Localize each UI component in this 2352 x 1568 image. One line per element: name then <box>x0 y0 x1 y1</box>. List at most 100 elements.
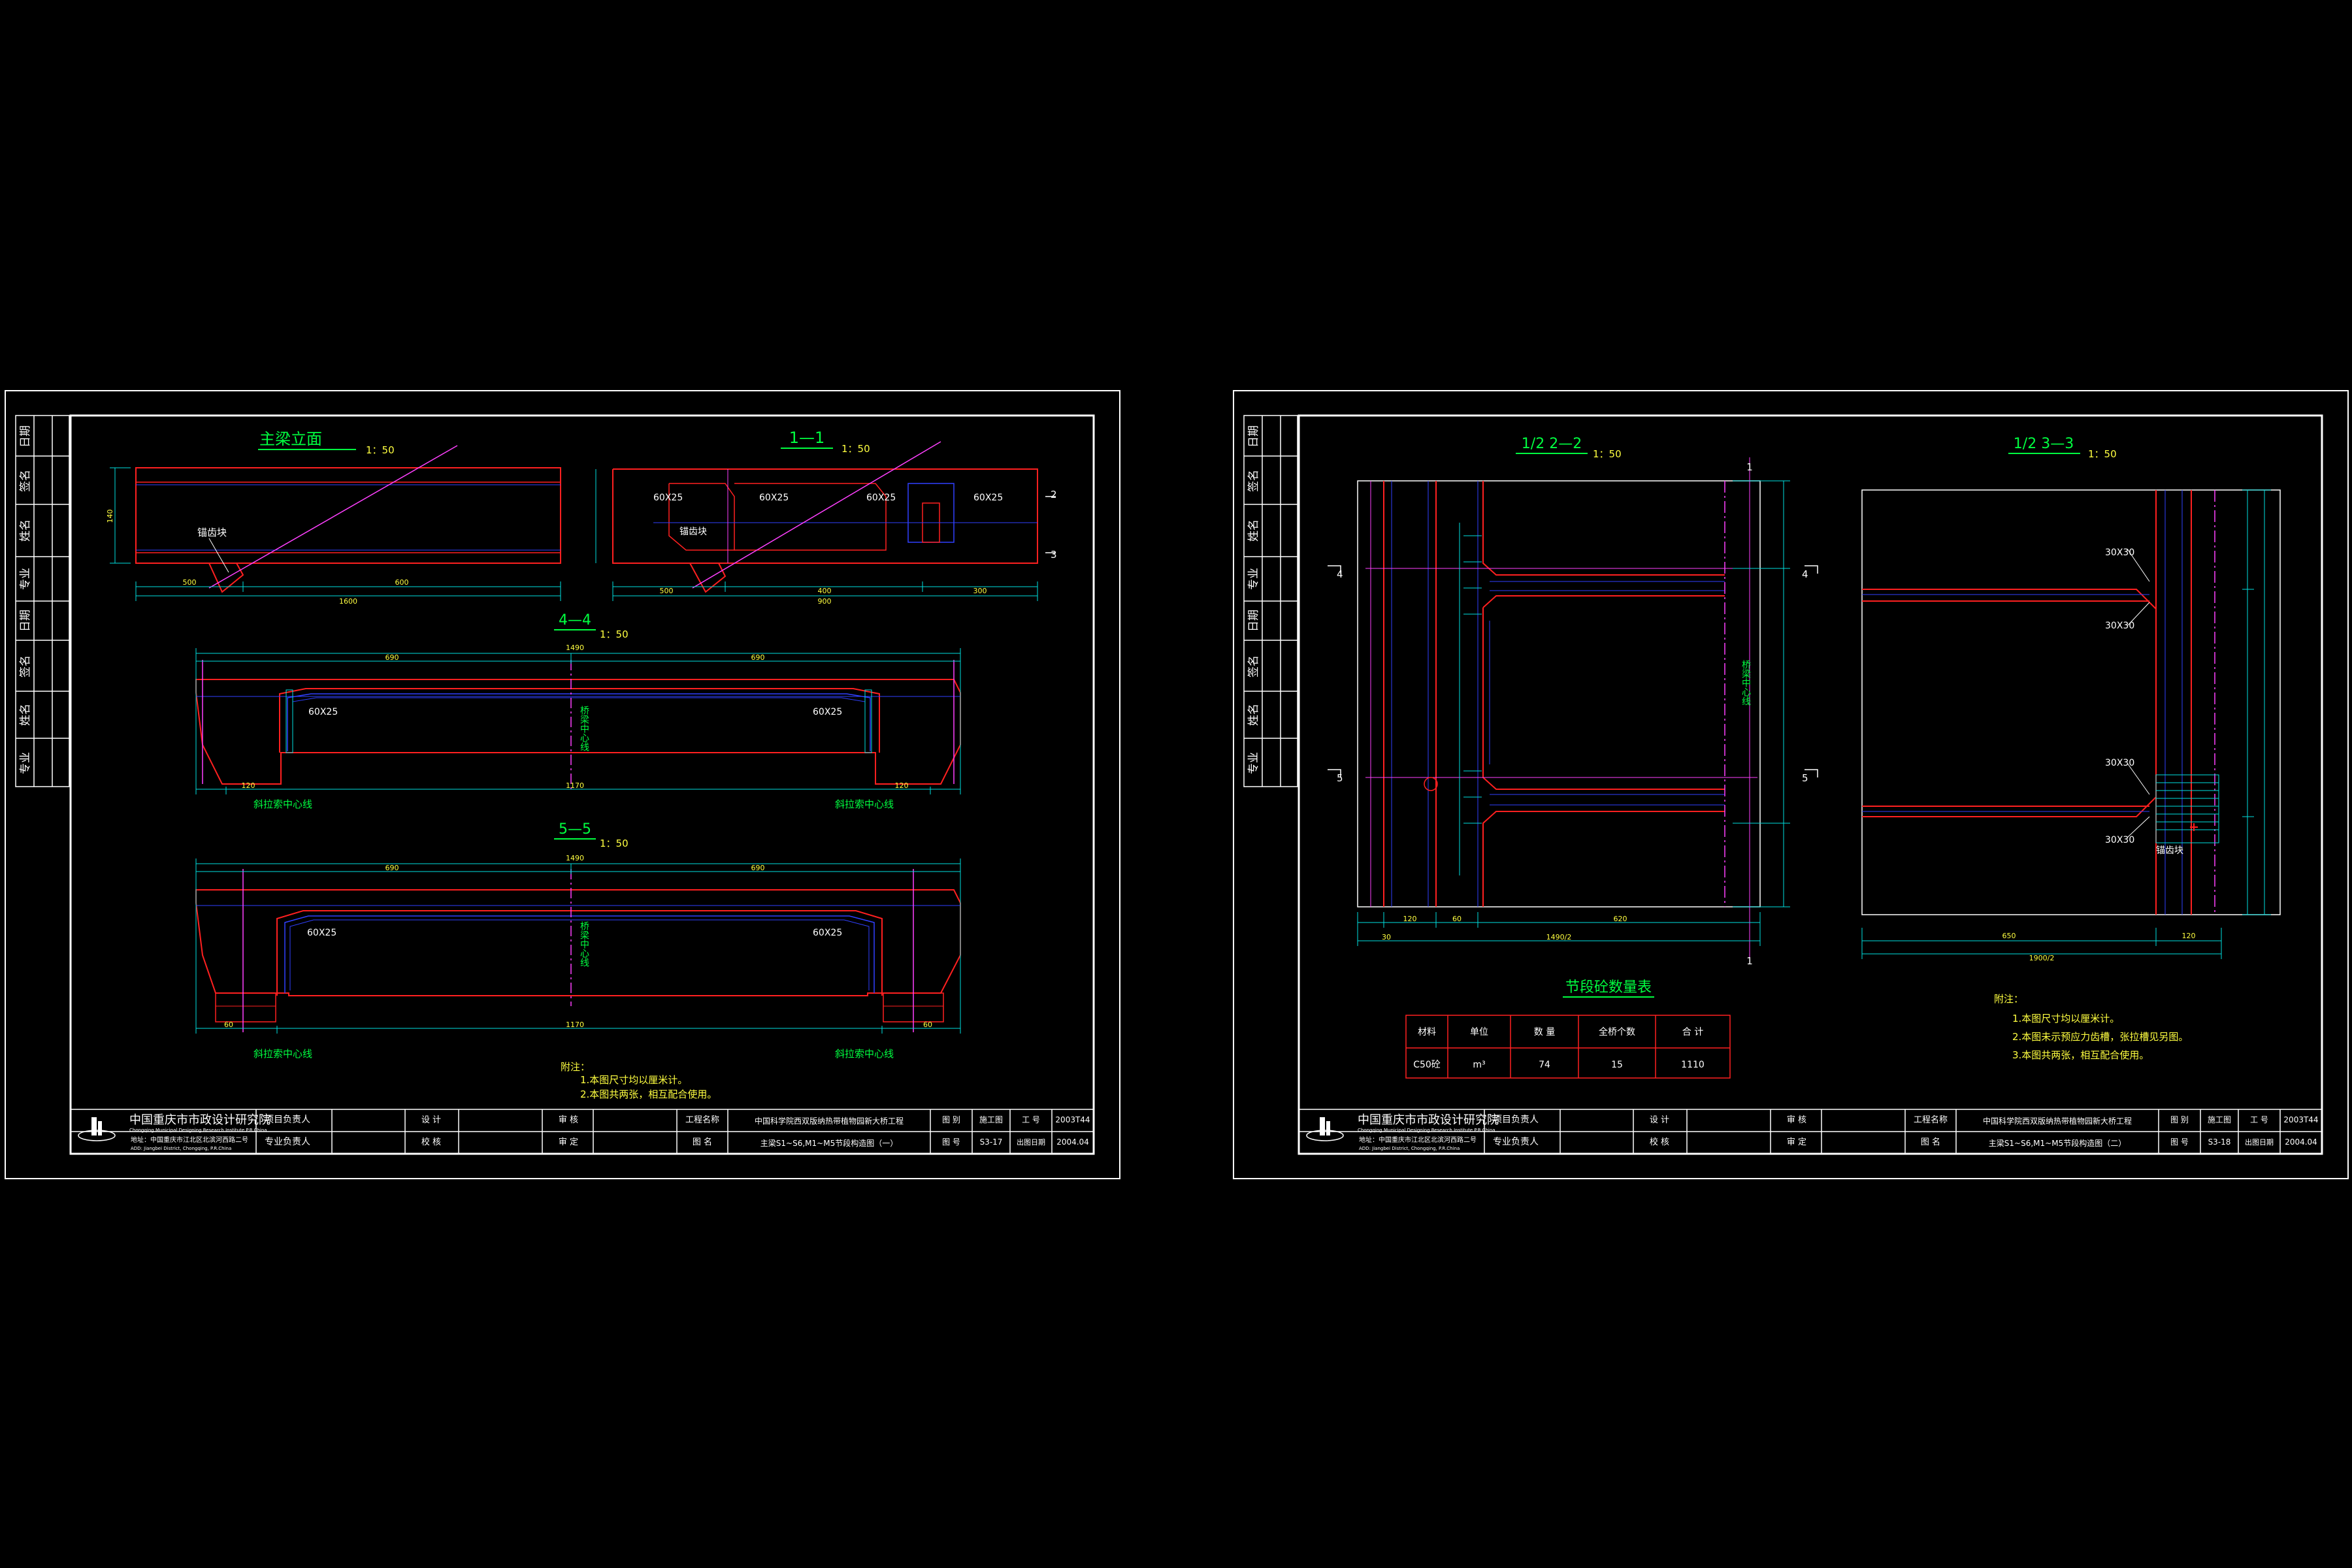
sheet-2-border <box>1233 390 2349 1179</box>
org-address: 地址：中国重庆市江北区北滨河西路二号 <box>131 1135 248 1144</box>
elevation-title: 主梁立面 <box>259 430 322 448</box>
dim-label: 690 <box>385 653 399 662</box>
project-label: 工程名称 <box>1914 1115 1948 1125</box>
drawing-name: 主梁S1~S6,M1~M5节段构造图（一） <box>760 1138 898 1148</box>
table-cell: 15 <box>1611 1060 1623 1070</box>
job-label: 工 号 <box>1022 1115 1040 1124</box>
section-2-2-title: 1/2 2—2 <box>1522 436 1582 452</box>
dim-label: 1490 <box>566 854 584 862</box>
dim-label: 500 <box>183 578 197 587</box>
table-header: 数 量 <box>1534 1027 1555 1037</box>
note-line: 3.本图共两张，相互配合使用。 <box>2012 1049 2149 1061</box>
side-label: 日期 <box>19 610 32 632</box>
dim-label: 120 <box>895 781 909 790</box>
table-header: 合 计 <box>1682 1027 1703 1037</box>
table-header: 单位 <box>1470 1027 1488 1037</box>
section-3-3-view <box>1861 489 2281 959</box>
date-value: 2004.04 <box>1056 1137 1089 1147</box>
sheet-1-title-text: 中国重庆市市政设计研究院 Chongqing Municipal Designi… <box>129 1113 1090 1151</box>
anchor-leader <box>208 538 229 573</box>
table-header: 材料 <box>1418 1027 1436 1037</box>
design-label: 设 计 <box>1650 1115 1669 1125</box>
org-name-en: Chongqing Municipal Designing Research I… <box>129 1128 267 1133</box>
sheet-2-notes: 附注： 1.本图尺寸均以厘米计。 2.本图未示预应力齿槽，张拉槽见另图。 3.本… <box>1994 993 2188 1061</box>
side-label: 日期 <box>19 425 32 448</box>
haunch-label: 60X25 <box>813 928 842 938</box>
dim-label: 60 <box>923 1021 932 1029</box>
haunch-label: 60X25 <box>866 493 896 503</box>
org-name: 中国重庆市市政设计研究院 <box>1358 1113 1499 1127</box>
dim-label: 690 <box>385 864 399 872</box>
cad-drawing-canvas: 日期 签名 姓名 专业 日期 签名 姓名 专业 主梁立面 1：50 500 60… <box>5 390 2349 1179</box>
elevation-view <box>110 445 561 601</box>
section-5-5-scale: 1：50 <box>600 838 629 849</box>
dim-label: 1600 <box>339 597 357 606</box>
section-3-3-title: 1/2 3—3 <box>2014 436 2074 452</box>
section-mark: 4 <box>1802 568 1808 580</box>
side-label: 专业 <box>19 568 32 590</box>
side-label: 签名 <box>1247 655 1260 678</box>
side-table-labels-2: 日期 签名 姓名 专业 日期 签名 姓名 专业 <box>1247 425 1260 774</box>
table-cell: 1110 <box>1681 1060 1705 1070</box>
dim-label: 1490/2 <box>1546 933 1572 941</box>
sheet-2-title-text: 中国重庆市市政设计研究院 Chongqing Municipal Designi… <box>1358 1113 2319 1151</box>
note-line: 1.本图尺寸均以厘米计。 <box>580 1074 687 1086</box>
dim-label: 120 <box>242 781 255 790</box>
note-line: 2.本图共两张，相互配合使用。 <box>580 1088 717 1100</box>
section-2-2-labels: 1 1 4 5 4 5 <box>1337 461 1808 967</box>
job-label: 工 号 <box>2250 1115 2268 1124</box>
section-mark: 4 <box>1337 568 1343 580</box>
cable-centerline-label: 斜拉索中心线 <box>835 1048 894 1060</box>
dim-label: 400 <box>818 587 832 595</box>
section-5-5-title: 5—5 <box>559 821 591 838</box>
section-mark: 5 <box>1802 772 1808 784</box>
notes-head: 附注： <box>1994 993 2023 1005</box>
centerline-label: 桥梁中心线 <box>579 706 589 751</box>
job-value: 2003T44 <box>1055 1115 1090 1124</box>
section-mark: 2 <box>1051 489 1057 500</box>
dim-label: 900 <box>818 597 832 606</box>
dim-label: 60 <box>1452 915 1462 923</box>
org-name: 中国重庆市市政设计研究院 <box>129 1113 270 1127</box>
project-name: 中国科学院西双版纳热带植物园新大桥工程 <box>1983 1116 2132 1126</box>
section-5-5-dims: 1490 690 690 1170 60 60 <box>224 854 932 1029</box>
dim-label: 690 <box>751 864 765 872</box>
dim-label: 1170 <box>566 781 584 790</box>
table-cell: m³ <box>1473 1060 1485 1070</box>
cable-centerline-label: 斜拉索中心线 <box>835 798 894 810</box>
sheet-1-notes: 附注： 1.本图尺寸均以厘米计。 2.本图共两张，相互配合使用。 <box>561 1061 717 1100</box>
date-label: 出图日期 <box>2245 1137 2274 1147</box>
side-label: 姓名 <box>1247 704 1260 726</box>
org-address-en: ADD: Jiangbei District, Chongqing, P.R.C… <box>1359 1146 1460 1151</box>
sheet-1-logo <box>78 1117 116 1141</box>
haunch-label: 30X30 <box>2105 758 2134 768</box>
section-5-5-view <box>195 858 961 1034</box>
drawing-label: 图 名 <box>1921 1137 1940 1147</box>
haunch-label: 60X25 <box>307 928 336 938</box>
dim-label: 1170 <box>566 1021 584 1029</box>
review-label: 审 核 <box>1787 1115 1806 1125</box>
side-label: 专业 <box>19 752 32 774</box>
note-line: 2.本图未示预应力齿槽，张拉槽见另图。 <box>2012 1031 2188 1043</box>
date-label: 出图日期 <box>1017 1137 1045 1147</box>
section-2-2-view <box>1328 457 1818 963</box>
proj-lead-label: 项目负责人 <box>1493 1115 1539 1125</box>
centerline-label: 桥梁中心线 <box>1740 660 1751 706</box>
approve-label: 审 定 <box>1787 1137 1806 1147</box>
dim-label: 620 <box>1614 915 1627 923</box>
job-value: 2003T44 <box>2283 1115 2318 1124</box>
no-value: S3-17 <box>980 1137 1003 1147</box>
no-label: 图 号 <box>942 1137 960 1147</box>
dim-label: 650 <box>2002 932 2016 940</box>
haunch-label: 30X30 <box>2105 835 2134 845</box>
haunch-label: 30X30 <box>2105 621 2134 631</box>
haunch-label: 60X25 <box>813 707 842 717</box>
side-label: 签名 <box>19 470 32 492</box>
table-header: 全桥个数 <box>1599 1026 1635 1037</box>
dim-label: 300 <box>973 587 987 595</box>
dim-label: 120 <box>1403 915 1417 923</box>
project-label: 工程名称 <box>685 1115 719 1125</box>
sheet-2-inner-frame <box>1298 414 2323 1155</box>
anchor-block-label: 锚齿块 <box>2156 845 2183 856</box>
section-2-2-scale: 1：50 <box>1593 448 1622 460</box>
